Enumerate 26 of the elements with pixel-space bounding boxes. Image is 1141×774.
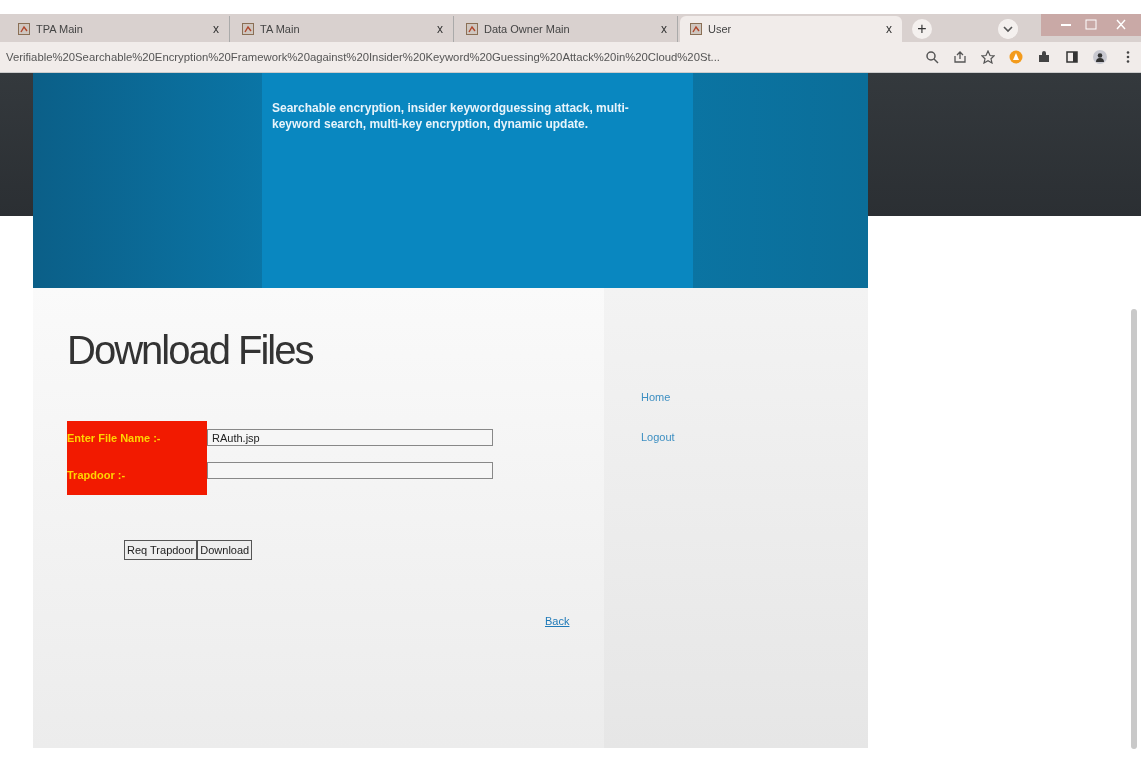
puzzle-icon[interactable]	[1037, 50, 1051, 64]
star-icon[interactable]	[981, 50, 995, 64]
page-title: Download Files	[67, 328, 314, 373]
browser-tab[interactable]: User x	[680, 16, 902, 42]
new-tab-button[interactable]: +	[912, 19, 932, 39]
scrollbar[interactable]	[1131, 309, 1137, 749]
page-icon	[18, 23, 30, 35]
close-icon[interactable]: x	[886, 22, 892, 36]
form-button[interactable]: Req Trapdoor	[124, 540, 198, 560]
close-icon[interactable]: x	[437, 22, 443, 36]
sidebar-icon[interactable]	[1065, 50, 1079, 64]
zoom-icon[interactable]	[925, 50, 939, 64]
share-icon[interactable]	[953, 50, 967, 64]
close-icon[interactable]: x	[213, 22, 219, 36]
keywords-text: Searchable encryption, insider keywordguessing attack, multi-keyword search, multi-key encryption, dynamic update.	[272, 100, 630, 132]
field-label: Trapdoor :-	[67, 454, 207, 495]
page-icon	[242, 23, 254, 35]
input-field[interactable]	[207, 462, 493, 479]
page-icon	[690, 23, 702, 35]
page-icon	[466, 23, 478, 35]
profile-icon[interactable]	[1093, 50, 1107, 64]
field-label: Enter File Name :-	[67, 421, 207, 454]
form-button[interactable]: Download	[197, 540, 253, 560]
close-icon[interactable]: x	[661, 22, 667, 36]
input-field[interactable]: RAuth.jsp	[207, 429, 493, 446]
back-link[interactable]: Back	[545, 615, 570, 627]
